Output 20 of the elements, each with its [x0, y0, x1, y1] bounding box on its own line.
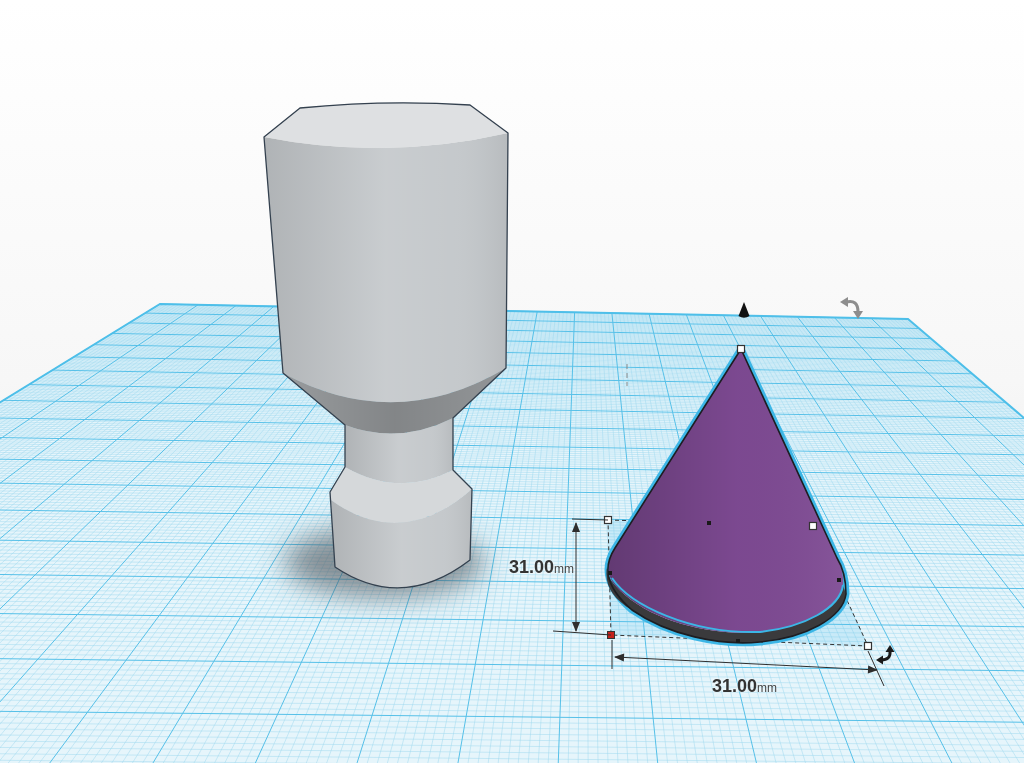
dimension-unit: mm: [757, 682, 778, 694]
midpoint-handle[interactable]: [736, 639, 740, 643]
midpoint-handle[interactable]: [608, 571, 612, 575]
midpoint-handle[interactable]: [837, 578, 841, 582]
dimension-unit: mm: [554, 563, 575, 575]
midpoint-handle[interactable]: [707, 521, 711, 525]
dimension-value[interactable]: 31.00: [712, 677, 758, 695]
anchor-handle[interactable]: [607, 631, 615, 639]
rotate-arrow-icon[interactable]: [876, 645, 895, 665]
extension-line: [571, 518, 609, 521]
extension-line: [867, 650, 885, 687]
resize-handle[interactable]: [808, 521, 818, 531]
lift-arrow-handle[interactable]: [738, 302, 750, 318]
extension-line: [552, 630, 612, 636]
dimension-value[interactable]: 31.00: [509, 558, 555, 576]
dashed-guide-line: [626, 363, 628, 387]
extension-line: [611, 639, 613, 670]
resize-handle[interactable]: [603, 515, 613, 525]
resize-handle[interactable]: [736, 344, 746, 354]
resize-handle[interactable]: [863, 641, 873, 651]
